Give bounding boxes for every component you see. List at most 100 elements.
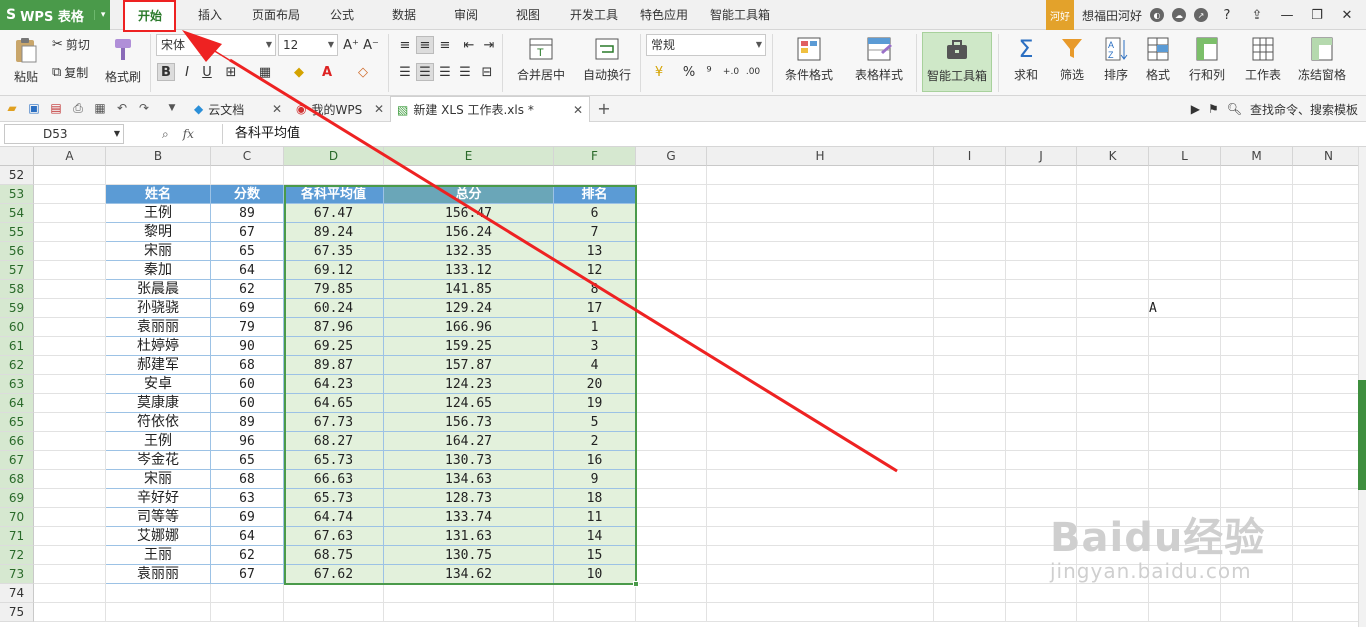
cell[interactable] [554, 166, 636, 185]
cell[interactable] [636, 394, 707, 413]
undo-icon[interactable]: ↶ [114, 100, 130, 116]
cell[interactable] [34, 603, 106, 622]
row-header-68[interactable]: 68 [0, 470, 34, 489]
row-header-71[interactable]: 71 [0, 527, 34, 546]
fill-handle[interactable] [633, 581, 639, 587]
cell[interactable] [1149, 508, 1221, 527]
chevron-down-icon[interactable]: ▼ [164, 100, 180, 116]
cell[interactable] [34, 546, 106, 565]
cell[interactable] [636, 299, 707, 318]
cell[interactable] [934, 318, 1006, 337]
table-cell[interactable]: 62 [211, 546, 284, 565]
cell[interactable] [1077, 470, 1149, 489]
cell[interactable] [1293, 242, 1358, 261]
table-cell[interactable]: 90 [211, 337, 284, 356]
restore-button[interactable]: ❐ [1306, 8, 1328, 23]
cell[interactable] [1077, 242, 1149, 261]
table-cell[interactable]: 141.85 [384, 280, 554, 299]
cell[interactable] [1221, 527, 1293, 546]
cell[interactable] [707, 527, 934, 546]
row-header-62[interactable]: 62 [0, 356, 34, 375]
cell[interactable] [1221, 546, 1293, 565]
table-cell[interactable]: 69 [211, 508, 284, 527]
format-painter-button[interactable]: 格式刷 [102, 32, 144, 85]
table-cell[interactable]: 65.73 [284, 489, 384, 508]
cell[interactable] [934, 394, 1006, 413]
cell[interactable] [1149, 166, 1221, 185]
cell[interactable] [1149, 318, 1221, 337]
cell[interactable] [1149, 584, 1221, 603]
font-name-select[interactable]: 宋体 ▼ [156, 34, 276, 56]
cell[interactable] [707, 261, 934, 280]
table-cell[interactable]: 6 [554, 204, 636, 223]
underline-button[interactable]: U [198, 63, 216, 81]
cell[interactable] [284, 603, 384, 622]
cell[interactable] [1006, 318, 1077, 337]
table-cell[interactable]: 13 [554, 242, 636, 261]
cell[interactable] [934, 470, 1006, 489]
table-cell[interactable]: 87.96 [284, 318, 384, 337]
table-cell[interactable]: 157.87 [384, 356, 554, 375]
cell[interactable] [1149, 603, 1221, 622]
cell[interactable] [1221, 356, 1293, 375]
grow-font-button[interactable]: A⁺ [342, 36, 360, 54]
cell[interactable] [934, 280, 1006, 299]
increase-decimal-button[interactable]: +.0 [722, 63, 740, 81]
cell[interactable] [106, 584, 211, 603]
bold-button[interactable]: B [157, 63, 175, 81]
table-cell[interactable]: 69 [211, 299, 284, 318]
row-header-75[interactable]: 75 [0, 603, 34, 622]
table-cell[interactable]: 65 [211, 242, 284, 261]
redo-icon[interactable]: ↷ [136, 100, 152, 116]
column-header-k[interactable]: K [1077, 147, 1149, 166]
table-cell[interactable]: 3 [554, 337, 636, 356]
table-cell[interactable]: 67 [211, 565, 284, 584]
cell[interactable] [1149, 451, 1221, 470]
font-color-icon[interactable]: A [318, 63, 336, 81]
row-header-73[interactable]: 73 [0, 565, 34, 584]
cell[interactable] [1221, 451, 1293, 470]
cell[interactable] [34, 451, 106, 470]
align-center-icon[interactable]: ☰ [416, 63, 434, 81]
cell[interactable] [1293, 565, 1358, 584]
table-cell[interactable]: 89.24 [284, 223, 384, 242]
cell[interactable] [636, 375, 707, 394]
table-cell[interactable]: 8 [554, 280, 636, 299]
cell[interactable] [1006, 565, 1077, 584]
cell[interactable] [1077, 527, 1149, 546]
table-cell[interactable]: 郝建军 [106, 356, 211, 375]
cell[interactable] [636, 185, 707, 204]
cell[interactable] [34, 242, 106, 261]
cell[interactable] [211, 166, 284, 185]
cell[interactable] [34, 432, 106, 451]
cell[interactable] [1149, 356, 1221, 375]
cell[interactable] [707, 185, 934, 204]
thousands-button[interactable]: ⁹ [700, 63, 718, 81]
cell[interactable] [1221, 166, 1293, 185]
cell[interactable] [1221, 299, 1293, 318]
doc-tab-cloud[interactable]: ◆ 云文档 ✕ [188, 96, 288, 122]
cell[interactable] [1077, 223, 1149, 242]
table-cell[interactable]: 69.25 [284, 337, 384, 356]
cell[interactable] [707, 299, 934, 318]
merge-center-button[interactable]: T 合并居中 [508, 32, 574, 83]
table-cell[interactable]: 68.75 [284, 546, 384, 565]
cell[interactable] [934, 204, 1006, 223]
row-header-72[interactable]: 72 [0, 546, 34, 565]
table-cell[interactable]: 65 [211, 451, 284, 470]
cell[interactable] [934, 413, 1006, 432]
table-cell[interactable]: 134.62 [384, 565, 554, 584]
column-header-f[interactable]: F [554, 147, 636, 166]
cell[interactable] [707, 546, 934, 565]
table-cell[interactable]: 64 [211, 527, 284, 546]
cell[interactable] [707, 432, 934, 451]
cell[interactable] [34, 280, 106, 299]
cell[interactable] [1006, 242, 1077, 261]
table-cell[interactable]: 89 [211, 413, 284, 432]
align-bottom-icon[interactable]: ≡ [436, 36, 454, 54]
table-cell[interactable]: 166.96 [384, 318, 554, 337]
cell[interactable] [1006, 223, 1077, 242]
cell[interactable] [636, 223, 707, 242]
close-button[interactable]: ✕ [1336, 8, 1358, 23]
column-header-g[interactable]: G [636, 147, 707, 166]
